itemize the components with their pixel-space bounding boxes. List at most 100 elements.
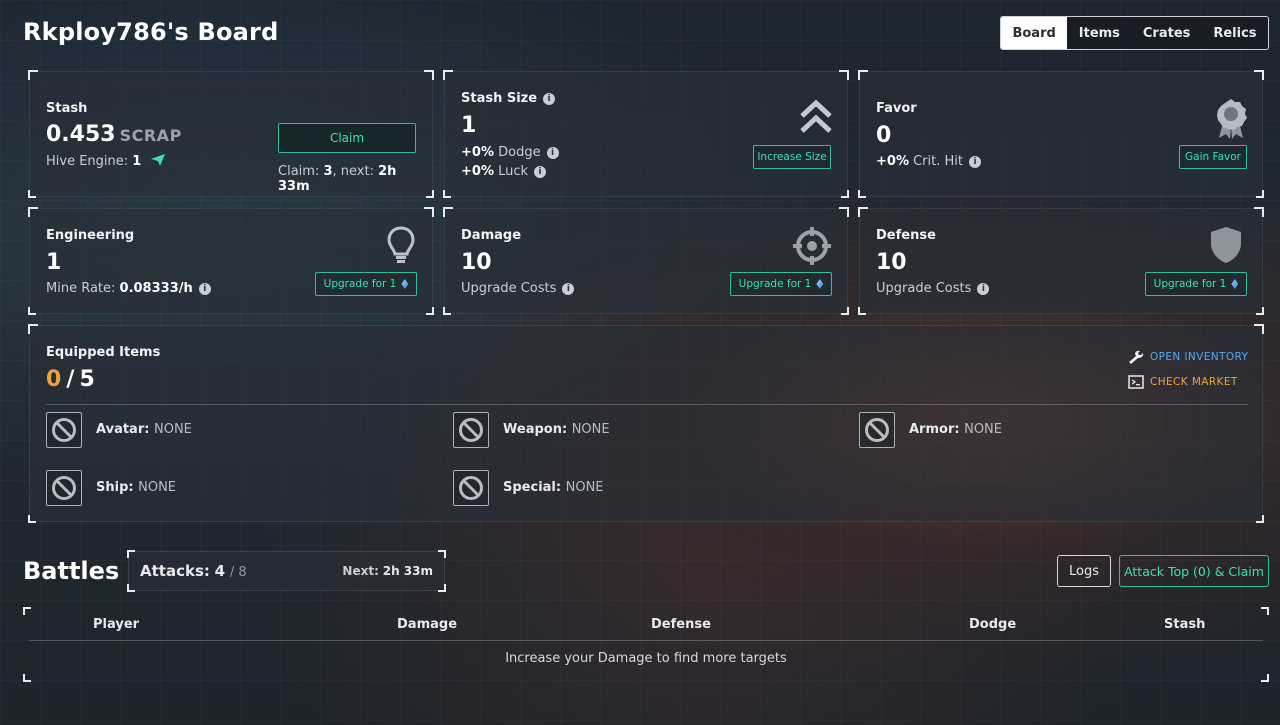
defense-label: Defense: [876, 228, 936, 243]
attacks-max: / 8: [229, 565, 247, 580]
ship-slot[interactable]: [46, 470, 82, 506]
dodge-row: +0% Dodge i: [461, 145, 559, 160]
hive-engine-value: 1: [132, 154, 142, 169]
damage-label: Damage: [461, 228, 522, 243]
armor-slot-name: Armor:: [909, 422, 960, 437]
stash-size-card: Stash Size i 1 +0% Dodge i +0% Luck i Incre…: [443, 70, 849, 198]
tab-items[interactable]: Items: [1067, 17, 1131, 49]
ban-icon: [52, 418, 76, 442]
defense-costs-label: Upgrade Costs: [876, 281, 972, 296]
mine-rate-value: 0.08333/h: [119, 281, 193, 296]
luck-row: +0% Luck i: [461, 164, 547, 179]
avatar-slot[interactable]: [46, 412, 82, 448]
stash-size-label: Stash Size: [461, 91, 538, 106]
engineering-upgrade-label: Upgrade for 1: [323, 278, 397, 290]
weapon-slot-label: Weapon: NONE: [503, 422, 610, 437]
next-attack-value: 2h 33m: [382, 564, 433, 578]
armor-slot[interactable]: [859, 412, 895, 448]
equipped-max: 5: [79, 367, 95, 392]
corner-bracket: [438, 550, 446, 558]
attacks-label: Attacks:: [140, 562, 210, 580]
shield-icon: [1211, 227, 1241, 263]
column-header-player[interactable]: Player: [93, 617, 139, 632]
info-icon[interactable]: i: [562, 283, 575, 295]
corner-bracket: [23, 607, 31, 615]
stash-value: 0.453: [46, 122, 116, 147]
damage-upgrade-button[interactable]: Upgrade for 1: [730, 272, 832, 296]
damage-value: 10: [461, 250, 492, 275]
column-header-defense[interactable]: Defense: [651, 617, 711, 632]
avatar-slot-value: NONE: [153, 422, 192, 437]
hive-engine-label: Hive Engine:: [46, 154, 129, 169]
equipped-separator: /: [66, 367, 75, 392]
table-header-divider: [29, 640, 1263, 641]
column-header-damage[interactable]: Damage: [397, 617, 457, 632]
claim-next-text: , next:: [332, 164, 374, 179]
defense-upgrade-button[interactable]: Upgrade for 1: [1145, 272, 1247, 296]
double-chevron-up-icon: [800, 100, 832, 133]
attacks-count: Attacks: 4 / 8: [140, 562, 247, 580]
info-icon[interactable]: i: [969, 156, 981, 168]
stash-card: Stash 0.453 SCRAP Hive Engine: 1 Claim Cl…: [28, 70, 434, 198]
stash-size-value: 1: [461, 113, 477, 138]
check-market-label: CHECK MARKET: [1150, 376, 1238, 388]
stash-label: Stash: [46, 101, 88, 116]
engineering-label: Engineering: [46, 228, 135, 243]
special-slot-label: Special: NONE: [503, 480, 604, 495]
special-slot[interactable]: [453, 470, 489, 506]
armor-slot-value: NONE: [964, 422, 1002, 437]
increase-size-button[interactable]: Increase Size: [753, 145, 831, 169]
equipped-divider: [46, 404, 1248, 405]
crosshair-icon: [793, 227, 831, 265]
avatar-slot-label: Avatar: NONE: [96, 422, 192, 437]
corner-bracket: [438, 584, 446, 592]
column-header-dodge[interactable]: Dodge: [969, 617, 1016, 632]
corner-bracket: [127, 584, 135, 592]
open-inventory-label: OPEN INVENTORY: [1150, 351, 1249, 363]
claim-text: Claim:: [278, 164, 320, 179]
weapon-slot[interactable]: [453, 412, 489, 448]
claim-count: 3: [323, 164, 333, 179]
info-icon[interactable]: i: [534, 166, 547, 178]
armor-slot-label: Armor: NONE: [909, 422, 1002, 437]
defense-upgrade-label: Upgrade for 1: [1153, 278, 1227, 290]
ban-icon: [459, 476, 483, 500]
favor-label: Favor: [876, 101, 917, 116]
info-icon[interactable]: i: [198, 283, 211, 295]
engineering-card: Engineering 1 Mine Rate: 0.08333/h i Upgr…: [28, 207, 434, 315]
check-market-link[interactable]: CHECK MARKET: [1128, 375, 1238, 389]
attack-top-claim-button[interactable]: Attack Top (0) & Claim: [1119, 555, 1269, 587]
claim-button[interactable]: Claim: [278, 123, 416, 153]
dodge-value: +0%: [461, 145, 494, 160]
page-title: Rkploy786's Board: [23, 18, 279, 46]
info-icon[interactable]: i: [543, 93, 556, 105]
empty-table-message: Increase your Damage to find more target…: [505, 651, 787, 666]
damage-costs-row: Upgrade Costs i: [461, 281, 575, 296]
engineering-upgrade-button[interactable]: Upgrade for 1: [315, 272, 417, 296]
tab-board[interactable]: Board: [1001, 17, 1068, 49]
stash-unit: SCRAP: [119, 126, 182, 145]
lightbulb-icon: [387, 226, 415, 263]
info-icon[interactable]: i: [977, 283, 990, 295]
gem-icon: [816, 279, 824, 289]
logs-button[interactable]: Logs: [1057, 555, 1111, 587]
defense-card: Defense 10 Upgrade Costs i Upgrade for 1: [858, 207, 1264, 315]
tab-relics[interactable]: Relics: [1202, 17, 1268, 49]
damage-upgrade-label: Upgrade for 1: [738, 278, 812, 290]
open-inventory-link[interactable]: OPEN INVENTORY: [1128, 350, 1248, 364]
favor-value: 0: [876, 123, 892, 148]
send-icon[interactable]: [151, 154, 166, 166]
corner-bracket: [1261, 607, 1269, 615]
special-slot-value: NONE: [565, 480, 604, 495]
weapon-slot-name: Weapon:: [503, 422, 568, 437]
battles-title: Battles: [23, 557, 120, 585]
claim-info: Claim: 3, next: 2h 33m: [278, 164, 432, 194]
info-icon[interactable]: i: [546, 147, 559, 159]
tab-crates[interactable]: Crates: [1131, 17, 1201, 49]
gain-favor-button[interactable]: Gain Favor: [1179, 145, 1247, 169]
ban-icon: [459, 418, 483, 442]
crit-label: Crit. Hit: [913, 154, 963, 169]
attacks-bar: Attacks: 4 / 8 Next: 2h 33m: [127, 550, 446, 592]
column-header-stash[interactable]: Stash: [1164, 617, 1205, 632]
corner-bracket: [1261, 674, 1269, 682]
